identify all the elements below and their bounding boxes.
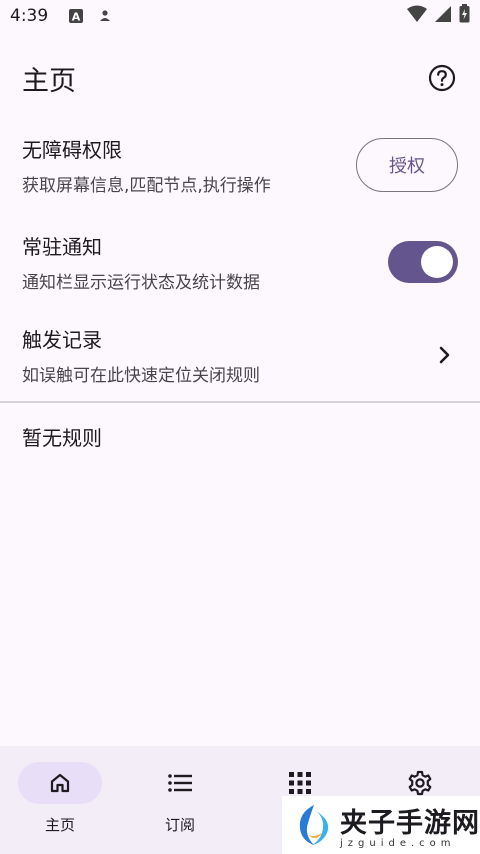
- accessibility-permission-row: 无障碍权限 获取屏幕信息,匹配节点,执行操作 授权: [0, 120, 480, 210]
- trigger-log-subtitle: 如误触可在此快速定位关闭规则: [22, 366, 260, 386]
- battery-icon: [459, 4, 470, 28]
- help-circle-icon: [428, 64, 456, 92]
- nav-item-home[interactable]: 主页: [0, 746, 120, 854]
- accessibility-permission-subtitle: 获取屏幕信息,匹配节点,执行操作: [22, 176, 271, 196]
- accessibility-permission-title: 无障碍权限: [22, 138, 122, 162]
- section-divider: [0, 401, 480, 403]
- authorize-button[interactable]: 授权: [356, 138, 458, 192]
- apps-grid-icon: [289, 772, 311, 794]
- home-icon: [50, 773, 70, 793]
- page-title: 主页: [22, 65, 76, 97]
- switch-thumb: [421, 246, 453, 278]
- help-button[interactable]: [420, 56, 464, 100]
- person-notification-icon: [98, 9, 112, 23]
- watermark-title: 夹子手游网: [340, 808, 480, 839]
- persistent-notification-row[interactable]: 常驻通知 通知栏显示运行状态及统计数据: [0, 217, 480, 307]
- persistent-notification-title: 常驻通知: [22, 235, 102, 259]
- svg-text:A: A: [72, 11, 81, 24]
- chevron-right-icon: [438, 345, 452, 365]
- gear-icon: [408, 770, 432, 796]
- list-icon: [168, 774, 192, 792]
- trigger-log-row[interactable]: 触发记录 如误触可在此快速定位关闭规则: [0, 310, 480, 400]
- wifi-icon: [407, 5, 427, 28]
- watermark-logo-icon: [299, 805, 329, 845]
- persistent-notification-switch[interactable]: [388, 241, 458, 283]
- top-app-bar: 主页: [0, 50, 480, 106]
- cell-signal-icon: [435, 5, 451, 28]
- nav-item-subscriptions[interactable]: 订阅: [120, 746, 240, 854]
- nav-label-subscriptions: 订阅: [164, 816, 195, 834]
- nav-active-indicator: [18, 762, 102, 804]
- site-watermark: 夹子手游网 jzguide.com: [282, 796, 480, 854]
- app-notification-icon: A: [68, 8, 84, 24]
- status-bar: 4:39 A: [0, 0, 480, 32]
- empty-rules-text: 暂无规则: [22, 426, 102, 450]
- status-time: 4:39: [10, 6, 49, 26]
- nav-label-home: 主页: [44, 816, 75, 834]
- watermark-url: jzguide.com: [340, 838, 456, 849]
- trigger-log-title: 触发记录: [22, 328, 102, 352]
- persistent-notification-subtitle: 通知栏显示运行状态及统计数据: [22, 273, 260, 293]
